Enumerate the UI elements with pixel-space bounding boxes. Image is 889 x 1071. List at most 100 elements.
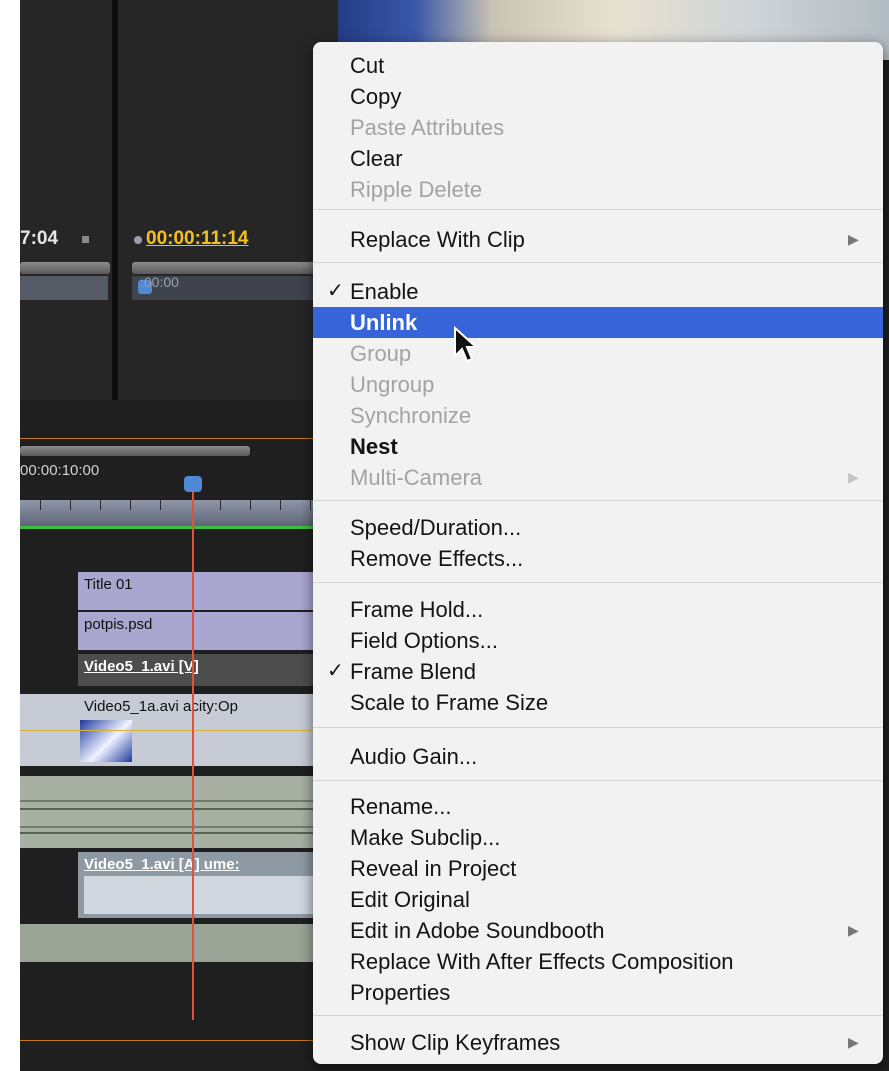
timeline-ruler[interactable] bbox=[20, 500, 320, 526]
clip-video[interactable]: Video5_1.avi [V] bbox=[78, 654, 320, 686]
playhead-knob[interactable] bbox=[184, 476, 202, 492]
ruler-tick bbox=[70, 500, 71, 510]
ruler-tick bbox=[310, 500, 311, 510]
menu-separator bbox=[313, 500, 883, 501]
menu-item-audio-gain[interactable]: Audio Gain... bbox=[313, 741, 883, 772]
menu-item-frame-hold[interactable]: Frame Hold... bbox=[313, 594, 883, 625]
menu-item-cut[interactable]: Cut bbox=[313, 50, 883, 81]
menu-item-speed-duration[interactable]: Speed/Duration... bbox=[313, 512, 883, 543]
menu-item-label: Enable bbox=[350, 279, 419, 304]
menu-item-clear[interactable]: Clear bbox=[313, 143, 883, 174]
menu-item-ungroup: Ungroup bbox=[313, 369, 883, 400]
menu-item-label: Nest bbox=[350, 434, 398, 459]
ruler-tick bbox=[40, 500, 41, 510]
menu-item-unlink[interactable]: Unlink bbox=[313, 307, 883, 338]
timecode-current-dot bbox=[134, 236, 142, 244]
menu-item-label: Cut bbox=[350, 53, 385, 78]
monitor-scrub-bar-right[interactable] bbox=[132, 262, 332, 274]
timeline-playhead[interactable] bbox=[192, 480, 194, 1020]
clip-context-menu: Cut Copy Paste Attributes Clear Ripple D… bbox=[313, 42, 883, 1064]
submenu-arrow-icon: ▶ bbox=[848, 922, 859, 938]
menu-item-remove-effects[interactable]: Remove Effects... bbox=[313, 543, 883, 574]
menu-separator bbox=[313, 780, 883, 781]
menu-item-label: Properties bbox=[350, 980, 451, 1005]
menu-item-label: Reveal in Project bbox=[350, 856, 517, 881]
menu-item-label: Unlink bbox=[350, 310, 418, 335]
menu-item-replace-with-after-effects[interactable]: Replace With After Effects Composition bbox=[313, 946, 883, 977]
menu-item-make-subclip[interactable]: Make Subclip... bbox=[313, 822, 883, 853]
submenu-arrow-icon: ▶ bbox=[848, 1034, 859, 1050]
menu-item-synchronize: Synchronize bbox=[313, 400, 883, 431]
timecode-left: 7:04 bbox=[20, 228, 59, 249]
menu-item-label: Rename... bbox=[350, 794, 452, 819]
menu-item-edit-in-soundbooth[interactable]: Edit in Adobe Soundbooth ▶ bbox=[313, 915, 883, 946]
mouse-pointer-icon bbox=[454, 326, 479, 363]
ruler-tick bbox=[160, 500, 161, 510]
checkmark-icon: ✓ bbox=[327, 280, 344, 302]
menu-separator bbox=[313, 209, 883, 210]
menu-item-label: Field Options... bbox=[350, 628, 498, 653]
waveform-line bbox=[20, 832, 320, 834]
menu-separator bbox=[313, 582, 883, 583]
menu-item-frame-blend[interactable]: ✓ Frame Blend bbox=[313, 656, 883, 687]
ruler-tick bbox=[220, 500, 221, 510]
menu-item-group: Group bbox=[313, 338, 883, 369]
monitor-mini-timecode: :00:00 bbox=[140, 274, 179, 290]
menu-item-properties[interactable]: Properties bbox=[313, 977, 883, 1008]
menu-item-scale-to-frame-size[interactable]: Scale to Frame Size bbox=[313, 687, 883, 718]
menu-item-rename[interactable]: Rename... bbox=[313, 791, 883, 822]
menu-item-label: Replace With After Effects Composition bbox=[350, 949, 734, 974]
menu-item-label: Audio Gain... bbox=[350, 744, 478, 769]
monitor-scrub-bar-left[interactable] bbox=[20, 262, 110, 274]
timeline-zoom-bar[interactable] bbox=[20, 446, 250, 456]
menu-item-copy[interactable]: Copy bbox=[313, 81, 883, 112]
audio-clip-body bbox=[84, 876, 320, 914]
ruler-tick bbox=[100, 500, 101, 510]
opacity-line bbox=[20, 730, 320, 731]
ruler-tick bbox=[280, 500, 281, 510]
menu-item-label: Paste Attributes bbox=[350, 115, 505, 140]
menu-item-edit-original[interactable]: Edit Original bbox=[313, 884, 883, 915]
menu-item-paste-attributes: Paste Attributes bbox=[313, 112, 883, 143]
menu-item-label: Group bbox=[350, 341, 412, 366]
menu-item-label: Replace With Clip bbox=[350, 227, 525, 252]
monitor-panel-right bbox=[118, 0, 338, 400]
menu-item-label: Edit Original bbox=[350, 887, 470, 912]
waveform-line bbox=[20, 808, 320, 810]
menu-separator bbox=[313, 262, 883, 263]
monitor-zoom-bar bbox=[20, 276, 108, 300]
menu-item-enable[interactable]: ✓ Enable bbox=[313, 276, 883, 307]
current-timecode[interactable]: 00:00:11:14 bbox=[146, 228, 248, 250]
clip-thumbnail bbox=[80, 720, 132, 762]
ruler-timecode: 00:00:10:00 bbox=[20, 462, 100, 479]
submenu-arrow-icon: ▶ bbox=[848, 231, 859, 247]
monitor-panel-left bbox=[20, 0, 112, 400]
menu-item-show-clip-keyframes[interactable]: Show Clip Keyframes ▶ bbox=[313, 1027, 883, 1058]
menu-item-label: Multi-Camera bbox=[350, 465, 483, 490]
menu-item-label: Frame Blend bbox=[350, 659, 476, 684]
ruler-tick bbox=[250, 500, 251, 510]
timecode-left-marker bbox=[82, 236, 89, 243]
timeline-top-line bbox=[20, 438, 320, 439]
clip-graphic[interactable]: potpis.psd bbox=[78, 612, 320, 650]
audio-track-2 bbox=[20, 924, 320, 962]
menu-item-nest[interactable]: Nest bbox=[313, 431, 883, 462]
menu-item-label: Show Clip Keyframes bbox=[350, 1030, 561, 1055]
menu-item-label: Edit in Adobe Soundbooth bbox=[350, 918, 605, 943]
checkmark-icon: ✓ bbox=[327, 660, 344, 682]
menu-item-replace-with-clip[interactable]: Replace With Clip ▶ bbox=[313, 224, 883, 255]
clip-title[interactable]: Title 01 bbox=[78, 572, 320, 610]
ruler-tick bbox=[130, 500, 131, 510]
submenu-arrow-icon: ▶ bbox=[848, 469, 859, 485]
menu-item-field-options[interactable]: Field Options... bbox=[313, 625, 883, 656]
menu-item-reveal-in-project[interactable]: Reveal in Project bbox=[313, 853, 883, 884]
waveform-line bbox=[20, 800, 320, 802]
waveform-line bbox=[20, 826, 320, 828]
menu-item-label: Remove Effects... bbox=[350, 546, 524, 571]
menu-item-ripple-delete: Ripple Delete bbox=[313, 174, 883, 205]
menu-item-label: Make Subclip... bbox=[350, 825, 501, 850]
menu-item-label: Ungroup bbox=[350, 372, 435, 397]
menu-item-label: Clear bbox=[350, 146, 403, 171]
work-area-bar bbox=[20, 526, 320, 529]
menu-separator bbox=[313, 727, 883, 728]
